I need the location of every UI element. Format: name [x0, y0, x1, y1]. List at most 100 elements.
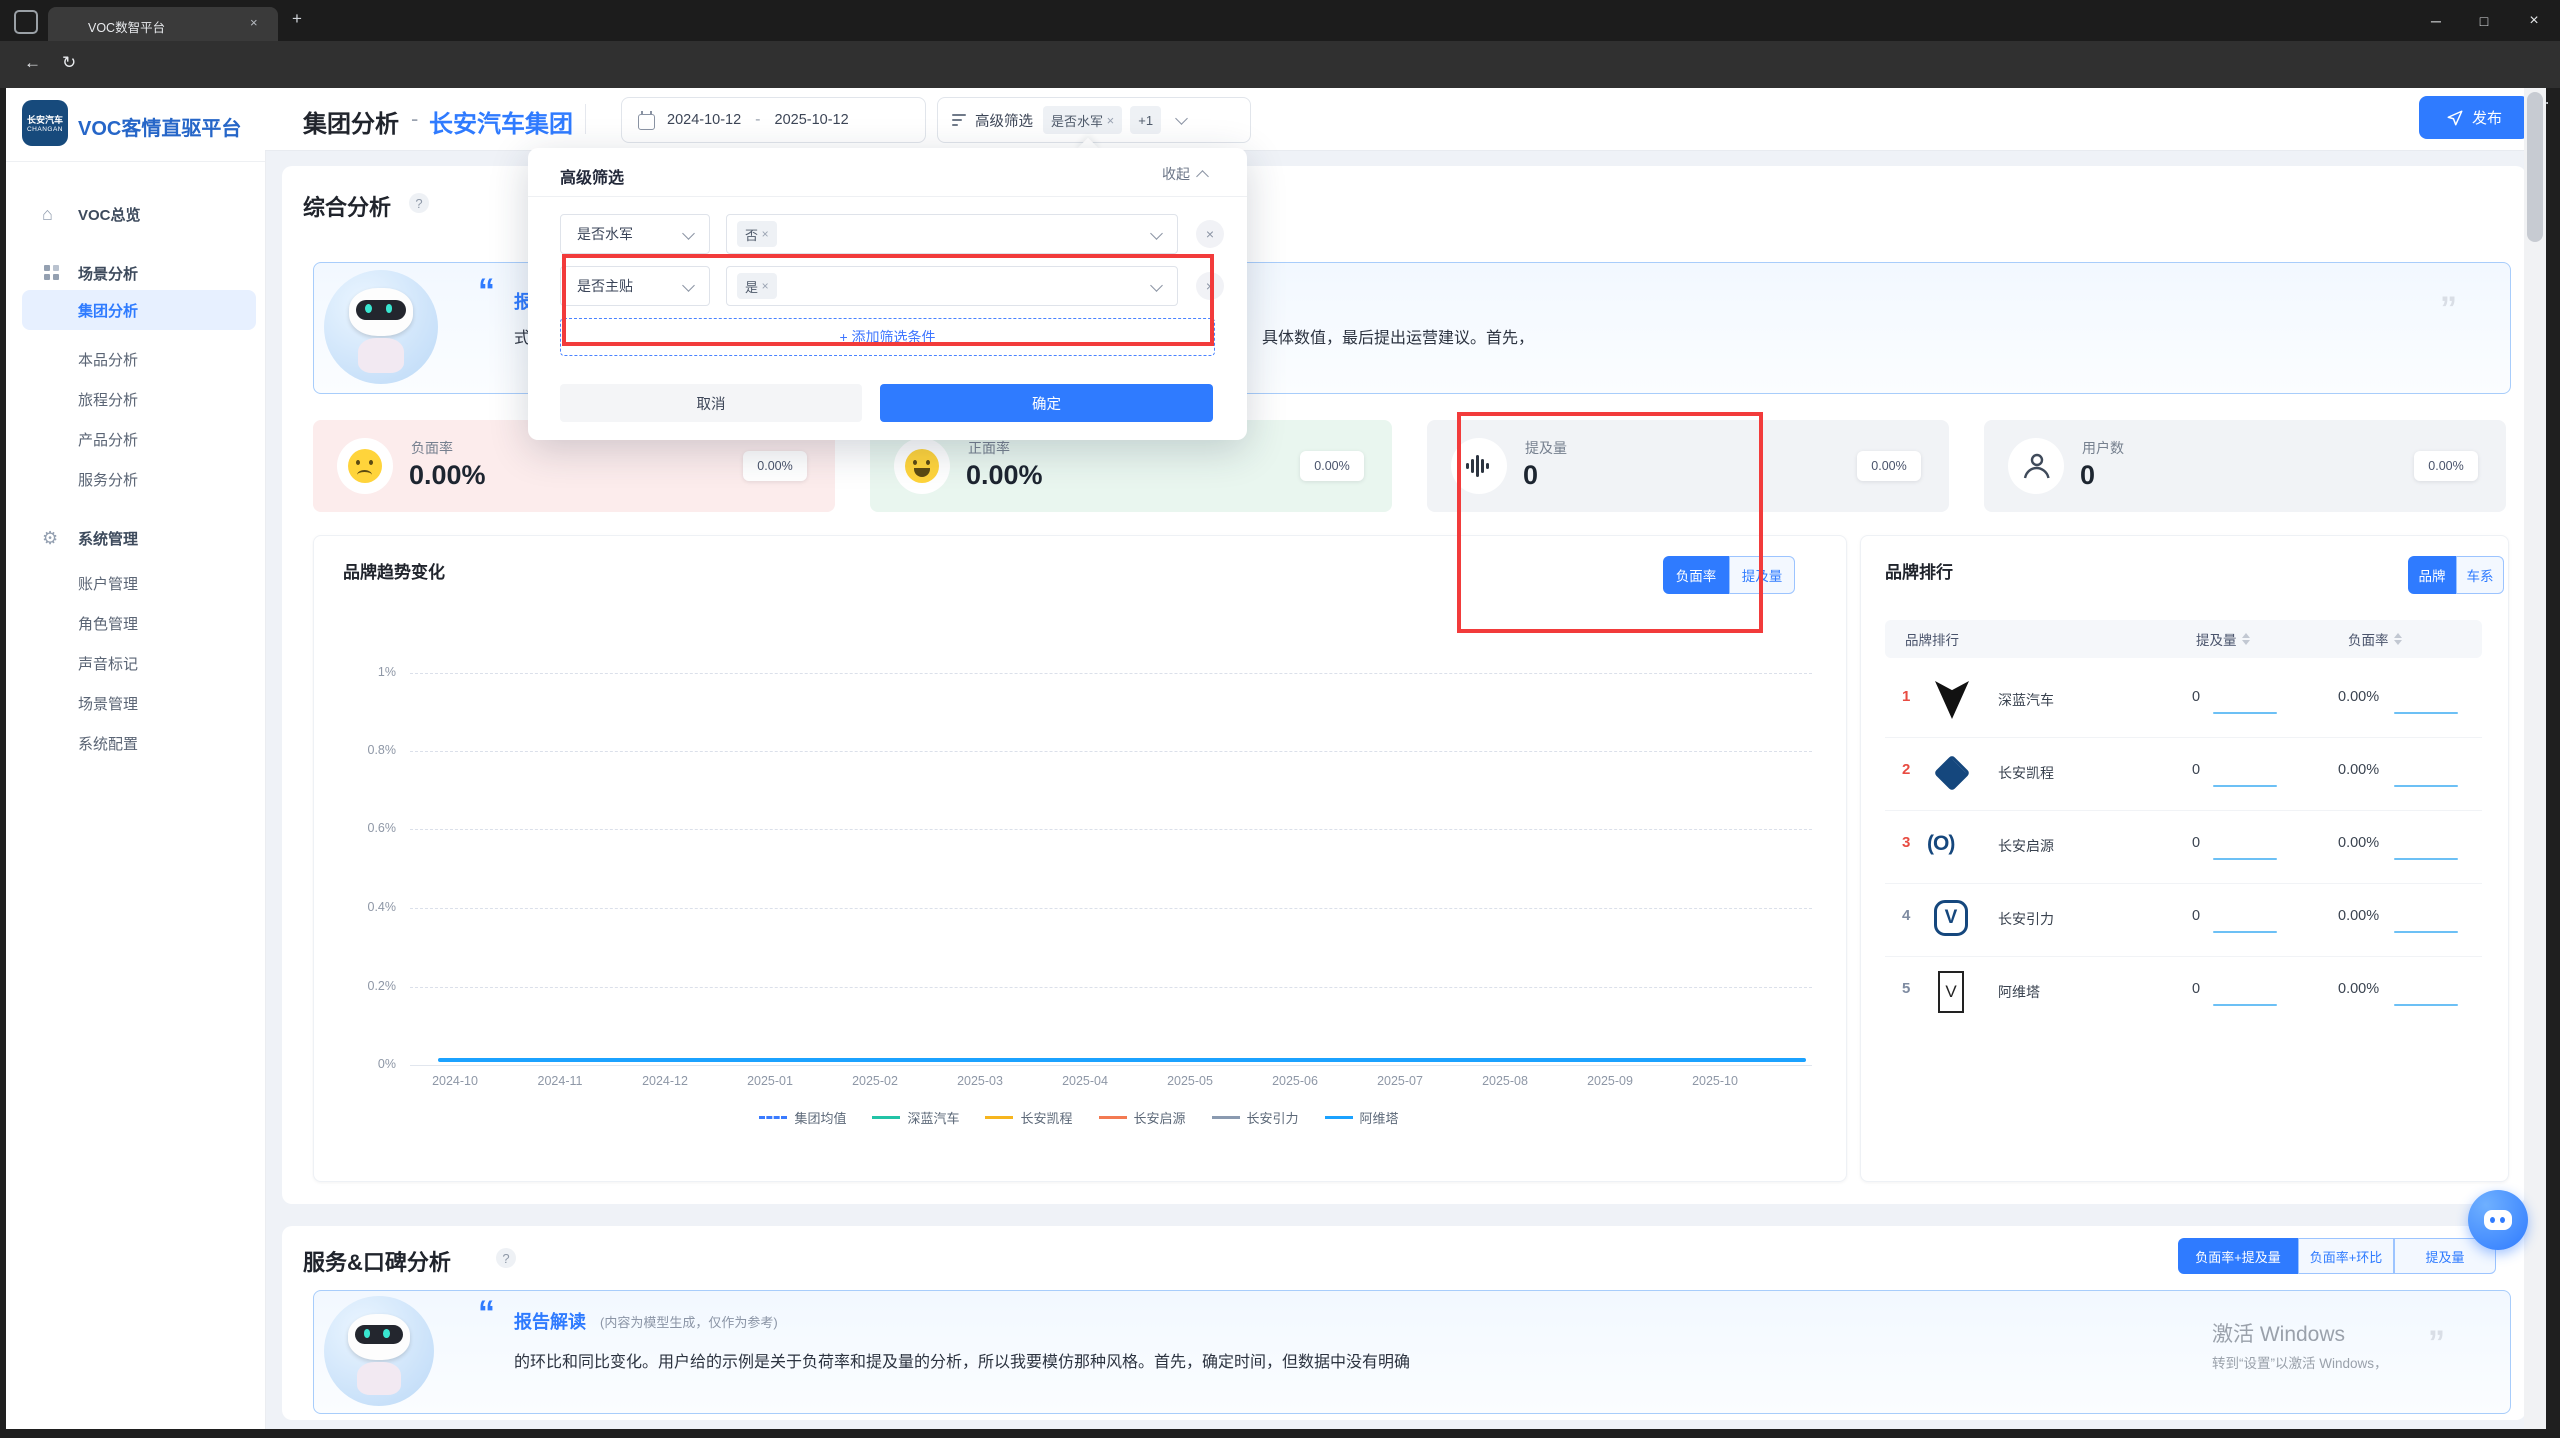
gridline	[410, 673, 1812, 674]
mentions-sparkline	[2213, 785, 2277, 787]
cancel-button[interactable]: 取消	[560, 384, 862, 422]
column-header-mentions[interactable]: 提及量	[2196, 629, 2250, 649]
sidebar-item-group-analysis[interactable]: 集团分析	[22, 290, 256, 330]
help-icon[interactable]: ?	[409, 193, 429, 213]
sidebar-item-label: 系统配置	[78, 733, 138, 754]
help-icon[interactable]: ?	[496, 1248, 516, 1268]
calendar-icon	[638, 114, 655, 130]
sidebar-item-label: 角色管理	[78, 613, 138, 634]
rank-toggle-brand[interactable]: 品牌	[2408, 556, 2456, 594]
sidebar-item-system[interactable]: ⚙ 系统管理	[6, 520, 265, 556]
rank-row[interactable]: 3 (O) 长安启源 0 0.00%	[1885, 810, 2482, 884]
report2-note: (内容为模型生成，仅作为参考)	[600, 1312, 778, 1331]
x-tick: 2024-11	[520, 1074, 600, 1088]
sidebar-item-label: 本品分析	[78, 349, 138, 370]
brand-logo-qiyuan: (O)	[1927, 832, 1954, 856]
y-tick: 0%	[346, 1057, 396, 1071]
filter-value-select[interactable]: 否 ×	[726, 214, 1178, 254]
value-tag[interactable]: 否 ×	[737, 221, 777, 247]
assistant-float-button[interactable]	[2468, 1190, 2528, 1250]
chevron-down-icon	[1175, 112, 1188, 125]
negative-value: 0.00%	[2338, 981, 2379, 997]
scrollbar-thumb[interactable]	[2527, 92, 2543, 242]
service-toggle-1[interactable]: 负面率+提及量	[2178, 1238, 2298, 1274]
browser-tab[interactable]: VOC数智平台 ×	[48, 7, 278, 41]
rank-table-header: 品牌排行 提及量 负面率	[1885, 620, 2482, 658]
y-tick: 0.2%	[346, 979, 396, 993]
brand-name: 深蓝汽车	[1998, 690, 2054, 710]
sidebar-item-journey[interactable]: 旅程分析	[6, 381, 265, 417]
sidebar-item-product[interactable]: 产品分析	[6, 421, 265, 457]
send-icon	[2446, 109, 2464, 127]
sidebar-item-scene-analysis[interactable]: 场景分析	[6, 255, 265, 291]
robot-avatar	[324, 1296, 434, 1406]
restore-button[interactable]: □	[2460, 0, 2508, 41]
service-toggle-2[interactable]: 负面率+环比	[2298, 1238, 2394, 1274]
legend-item[interactable]: 长安启源	[1099, 1108, 1186, 1127]
page-scrollbar	[2524, 88, 2546, 1429]
quote-close-icon: ”	[2440, 290, 2457, 329]
close-button[interactable]: ×	[2508, 0, 2560, 41]
negative-value: 0.00%	[2338, 835, 2379, 851]
minimize-button[interactable]: ─	[2412, 0, 2460, 41]
trend-series-line	[438, 1058, 1806, 1062]
filter-tag[interactable]: 是否水军 ×	[1043, 106, 1122, 134]
tab-close-icon[interactable]: ×	[250, 15, 258, 30]
filter-more-tag[interactable]: +1	[1130, 106, 1161, 134]
sort-icon	[2242, 633, 2250, 645]
happy-face-icon	[894, 438, 950, 494]
column-header-negative[interactable]: 负面率	[2348, 629, 2402, 649]
header-divider	[585, 104, 586, 134]
column-header: 品牌排行	[1905, 629, 1959, 649]
sidebar-item-product-self[interactable]: 本品分析	[6, 341, 265, 377]
collapse-button[interactable]: 收起	[1162, 164, 1207, 184]
tag-close-icon: ×	[762, 227, 769, 241]
x-tick: 2024-10	[415, 1074, 495, 1088]
tab-actions-icon[interactable]	[14, 10, 38, 34]
negative-value: 0.00%	[2338, 908, 2379, 924]
rank-row[interactable]: 1 深蓝汽车 0 0.00%	[1885, 664, 2482, 738]
legend-item[interactable]: 长安引力	[1212, 1108, 1299, 1127]
filter-field-select[interactable]: 是否水军	[560, 214, 710, 254]
legend-item[interactable]: 集团均值	[759, 1108, 846, 1127]
sidebar-item-voc-overview[interactable]: ⌂ VOC总览	[6, 196, 265, 232]
platform-name: VOC客情直驱平台	[78, 112, 241, 141]
legend-item[interactable]: 长安凯程	[985, 1108, 1072, 1127]
page-title: 集团分析	[303, 104, 399, 139]
date-range-picker[interactable]: 2024-10-12 - 2025-10-12	[621, 97, 926, 143]
sidebar-item-label: 服务分析	[78, 469, 138, 490]
annotation-box-filter-row	[562, 254, 1214, 346]
metric-badge: 0.00%	[1857, 451, 1921, 481]
publish-button[interactable]: 发布	[2419, 96, 2529, 139]
sidebar-item-service[interactable]: 服务分析	[6, 461, 265, 497]
remove-row-button[interactable]: ×	[1196, 220, 1224, 248]
sidebar-item-sys-config[interactable]: 系统配置	[6, 725, 265, 761]
rank-row[interactable]: 4 V 长安引力 0 0.00%	[1885, 883, 2482, 957]
legend-item[interactable]: 深蓝汽车	[872, 1108, 959, 1127]
sidebar-item-accounts[interactable]: 账户管理	[6, 565, 265, 601]
rank-number: 3	[1902, 834, 1910, 851]
date-separator: -	[755, 111, 760, 129]
x-tick: 2025-09	[1570, 1074, 1650, 1088]
back-icon[interactable]: ←	[24, 53, 41, 73]
sidebar-item-voice-tag[interactable]: 声音标记	[6, 645, 265, 681]
rank-row[interactable]: 2 长安凯程 0 0.00%	[1885, 737, 2482, 811]
legend-item[interactable]: 阿维塔	[1325, 1108, 1399, 1127]
org-name[interactable]: 长安汽车集团	[429, 104, 573, 139]
rank-toggle-series[interactable]: 车系	[2456, 556, 2504, 594]
mentions-value: 0	[2192, 981, 2200, 997]
x-tick: 2025-06	[1255, 1074, 1335, 1088]
mentions-sparkline	[2213, 858, 2277, 860]
sidebar-item-roles[interactable]: 角色管理	[6, 605, 265, 641]
confirm-button[interactable]: 确定	[880, 384, 1213, 422]
rank-row[interactable]: 5 V 阿维塔 0 0.00%	[1885, 956, 2482, 1029]
brand-name: 长安启源	[1998, 836, 2054, 856]
negative-sparkline	[2394, 712, 2458, 714]
metric-badge: 0.00%	[1300, 451, 1364, 481]
advanced-filter-trigger[interactable]: 高级筛选 是否水军 × +1	[937, 97, 1251, 143]
dialog-divider	[528, 196, 1247, 197]
new-tab-icon[interactable]: +	[292, 9, 302, 29]
refresh-icon[interactable]: ↻	[62, 53, 76, 73]
metric-label: 正面率	[968, 438, 1010, 458]
sidebar-item-scene-mgmt[interactable]: 场景管理	[6, 685, 265, 721]
